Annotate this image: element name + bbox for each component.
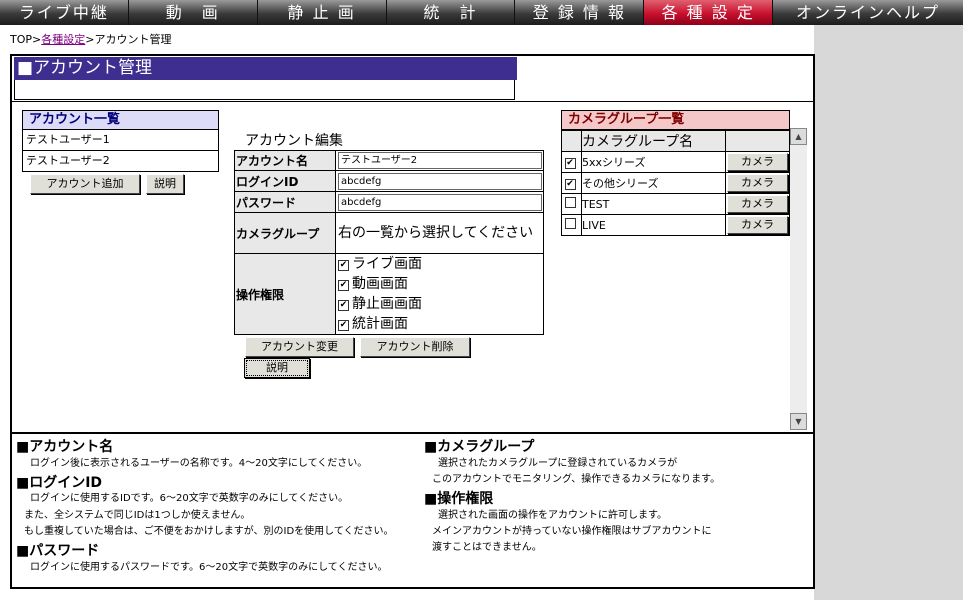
help-login-id-text: もし重複していた場合は、ご不便をおかけしますが、別のIDを使用してください。 — [24, 526, 394, 537]
help-password-text: ログインに使用するパスワードです。6〜20文字で英数字のみにしてください。 — [30, 562, 388, 573]
password-input[interactable]: abcdefg — [338, 193, 542, 211]
help-camera-group-text: このアカウントでモニタリング、操作できるカメラになります。 — [432, 474, 721, 485]
permission-statistics[interactable]: ✔ 統計画面 — [336, 314, 543, 334]
permission-label: 操作権限 — [234, 253, 336, 335]
checkbox-icon[interactable]: ✔ — [338, 300, 349, 311]
edit-help-button[interactable]: 説明 — [244, 358, 310, 378]
permission-live-label: ライブ画面 — [352, 256, 422, 272]
account-list-title: アカウント一覧 — [22, 110, 219, 130]
camera-group-label: カメラグループ — [234, 212, 336, 254]
account-list-item[interactable]: テストユーザー2 — [22, 151, 219, 172]
account-edit-form: アカウント名 テストユーザー2 ログインID abcdefg パスワード abc… — [234, 150, 544, 335]
camera-group-table: カメラグループ名 ✔ 5xxシリーズ カメラ ✔ その他シリーズ カメラ TES… — [561, 130, 790, 236]
nav-settings[interactable]: 各 種 設 定 — [644, 0, 774, 25]
checkbox-icon[interactable] — [564, 217, 576, 229]
divider — [12, 432, 813, 434]
camera-group-name: LIVE — [581, 214, 726, 236]
password-label: パスワード — [234, 191, 336, 213]
account-list: アカウント一覧 テストユーザー1 テストユーザー2 — [22, 110, 219, 172]
nav-video[interactable]: 動 画 — [128, 0, 258, 25]
help-camera-group-title: ■カメラグループ — [424, 439, 535, 455]
checkbox-icon[interactable]: ✔ — [564, 178, 576, 190]
divider — [12, 101, 813, 102]
camera-group-column-header: カメラグループ名 — [581, 130, 726, 152]
add-account-button[interactable]: アカウント追加 — [30, 174, 140, 194]
scroll-up-icon[interactable]: ▲ — [790, 128, 807, 145]
nav-statistics[interactable]: 統 計 — [386, 0, 516, 25]
help-permission-text: 選択された画面の操作をアカウントに許可します。 — [438, 510, 667, 521]
breadcrumb-top[interactable]: TOP — [10, 33, 32, 46]
permission-live[interactable]: ✔ ライブ画面 — [336, 254, 543, 274]
nav-still-image[interactable]: 静 止 画 — [257, 0, 387, 25]
page-title: ■アカウント管理 — [14, 57, 517, 80]
login-id-label: ログインID — [234, 170, 336, 192]
camera-button[interactable]: カメラ — [727, 195, 788, 213]
camera-button[interactable]: カメラ — [727, 153, 788, 171]
help-login-id-text: また、全システムで同じIDは1つしか使えません。 — [24, 510, 251, 521]
table-row: TEST カメラ — [561, 193, 790, 215]
main-panel: ■アカウント管理 アカウント一覧 テストユーザー1 テストユーザー2 アカウント… — [10, 54, 815, 589]
permission-video[interactable]: ✔ 動画画面 — [336, 274, 543, 294]
permission-still[interactable]: ✔ 静止画画面 — [336, 294, 543, 314]
help-account-name-text: ログイン後に表示されるユーザーの名称です。4〜20文字にしてください。 — [30, 458, 368, 469]
help-login-id-text: ログインに使用するIDです。6〜20文字で英数字のみにしてください。 — [30, 493, 349, 504]
camera-group-list: カメラグループ一覧 カメラグループ名 ✔ 5xxシリーズ カメラ ✔ その他シリ… — [561, 110, 790, 236]
nav-registration[interactable]: 登 録 情 報 — [515, 0, 645, 25]
vertical-scrollbar[interactable]: ▲ ▼ — [790, 128, 807, 430]
account-name-label: アカウント名 — [234, 150, 336, 171]
table-row: LIVE カメラ — [561, 214, 790, 236]
delete-account-button[interactable]: アカウント削除 — [360, 337, 470, 357]
breadcrumb: TOP>各種設定>アカウント管理 — [10, 31, 171, 47]
login-id-input[interactable]: abcdefg — [338, 172, 542, 190]
checkbox-icon[interactable]: ✔ — [338, 280, 349, 291]
help-camera-group-text: 選択されたカメラグループに登録されているカメラが — [438, 458, 678, 469]
help-permission-title: ■操作権限 — [424, 491, 494, 507]
breadcrumb-separator: > — [32, 33, 42, 46]
change-account-button[interactable]: アカウント変更 — [245, 337, 354, 357]
scroll-down-icon[interactable]: ▼ — [790, 413, 807, 430]
permission-statistics-label: 統計画面 — [352, 316, 408, 332]
table-row: ✔ その他シリーズ カメラ — [561, 172, 790, 194]
permission-video-label: 動画画面 — [352, 276, 408, 292]
help-permission-text: メインアカウントが持っていない操作権限はサブアカウントに — [432, 526, 712, 537]
camera-group-name: TEST — [581, 193, 726, 215]
camera-button[interactable]: カメラ — [727, 216, 788, 234]
account-name-input[interactable]: テストユーザー2 — [338, 152, 542, 169]
camera-group-name: 5xxシリーズ — [581, 151, 726, 173]
table-row: ✔ 5xxシリーズ カメラ — [561, 151, 790, 173]
nav-online-help[interactable]: オンラインヘルプ — [773, 0, 963, 25]
breadcrumb-current: アカウント管理 — [94, 33, 172, 46]
camera-group-list-title: カメラグループ一覧 — [561, 110, 790, 130]
top-navigation: ライブ中継 動 画 静 止 画 統 計 登 録 情 報 各 種 設 定 オンライ… — [0, 0, 963, 25]
nav-live[interactable]: ライブ中継 — [0, 0, 129, 25]
help-password-title: ■パスワード — [16, 543, 100, 559]
help-permission-text: 渡すことはできません。 — [432, 542, 542, 553]
account-help-button[interactable]: 説明 — [146, 174, 184, 194]
title-subbar — [14, 80, 515, 100]
help-account-name-title: ■アカウント名 — [16, 439, 114, 455]
breadcrumb-settings-link[interactable]: 各種設定 — [41, 33, 85, 46]
checkbox-icon[interactable]: ✔ — [564, 157, 576, 169]
permission-still-label: 静止画画面 — [352, 296, 422, 312]
camera-group-name: その他シリーズ — [581, 172, 726, 194]
checkbox-icon[interactable] — [564, 196, 576, 208]
help-login-id-title: ■ログインID — [16, 475, 103, 491]
camera-button[interactable]: カメラ — [727, 174, 788, 192]
account-list-item[interactable]: テストユーザー1 — [22, 130, 219, 151]
checkbox-icon[interactable]: ✔ — [338, 260, 349, 271]
camera-group-value: 右の一覧から選択してください — [335, 212, 544, 254]
account-edit-title: アカウント編集 — [245, 133, 343, 149]
right-background — [814, 25, 963, 600]
checkbox-icon[interactable]: ✔ — [338, 320, 349, 331]
